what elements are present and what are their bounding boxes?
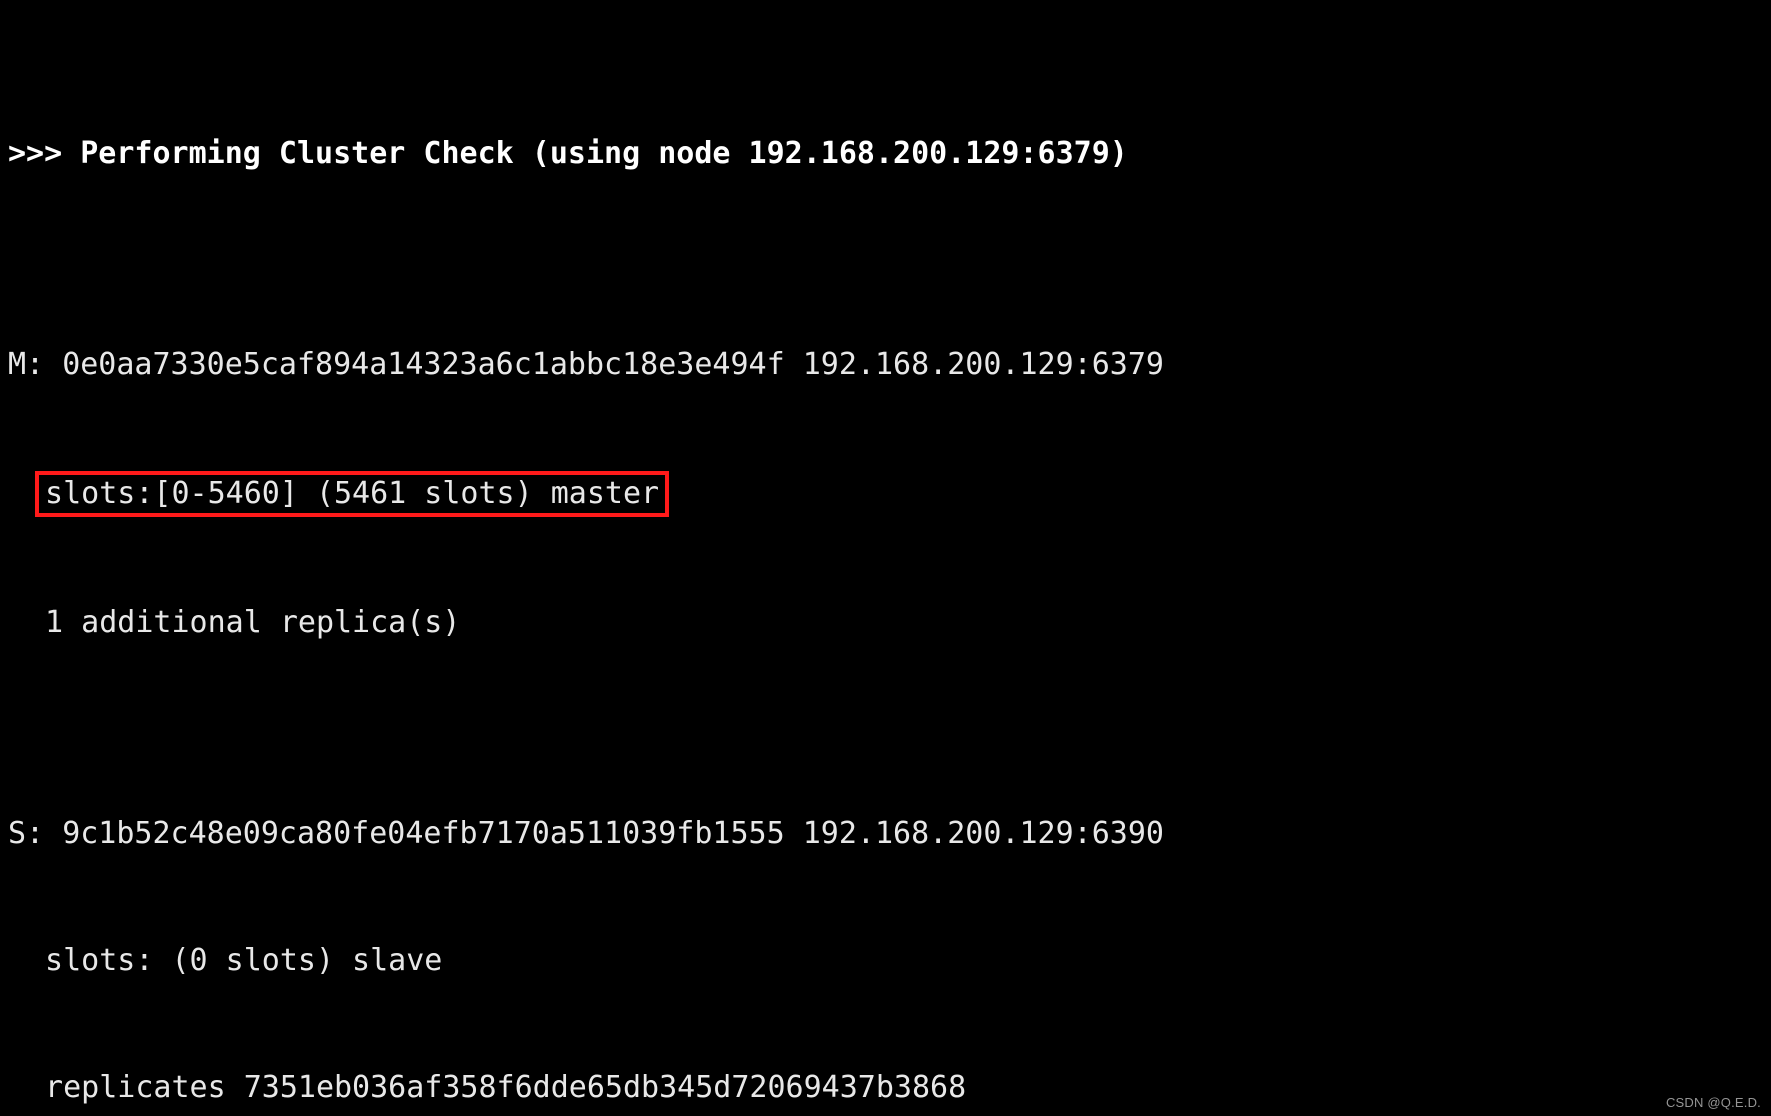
node-role-prefix: S: [8, 816, 44, 851]
node-extra-line: replicates 7351eb036af358f6dde65db345d72… [45, 1067, 1763, 1109]
node-row: S: 9c1b52c48e09ca80fe04efb7170a511039fb1… [8, 813, 1763, 855]
cluster-check-header: >>> Performing Cluster Check (using node… [8, 133, 1763, 175]
node-slots-line: slots:[0-5460] (5461 slots) master [45, 471, 1763, 517]
terminal-output: >>> Performing Cluster Check (using node… [0, 0, 1771, 1116]
node-row: M: 0e0aa7330e5caf894a14323a6c1abbc18e3e4… [8, 344, 1763, 386]
node-slots-line: slots: (0 slots) slave [45, 940, 1763, 982]
node-extra-line: 1 additional replica(s) [45, 602, 1763, 644]
highlight-box: slots:[0-5460] (5461 slots) master [35, 471, 669, 517]
watermark: CSDN @Q.E.D. [1666, 1095, 1761, 1110]
node-id-and-addr: 0e0aa7330e5caf894a14323a6c1abbc18e3e494f… [62, 347, 1164, 382]
node-id-and-addr: 9c1b52c48e09ca80fe04efb7170a511039fb1555… [62, 816, 1164, 851]
node-role-prefix: M: [8, 347, 44, 382]
